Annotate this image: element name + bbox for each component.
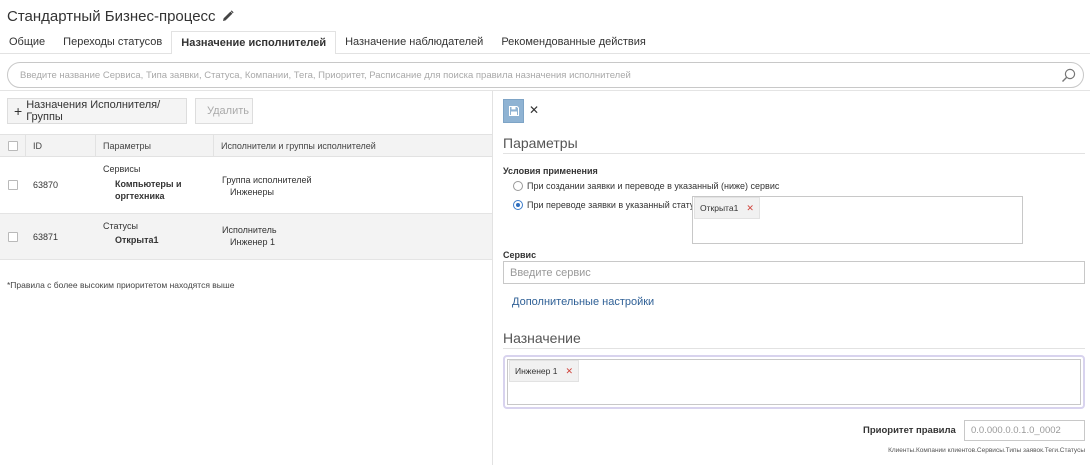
row-param-value: Открыта1 [115, 235, 159, 245]
row-executor-value: Инженеры [230, 187, 274, 197]
status-tag-label: Открыта1 [700, 203, 739, 213]
conditions-label: Условия применения [503, 166, 598, 176]
radio-on-status[interactable] [513, 200, 523, 210]
pencil-icon[interactable] [222, 10, 234, 22]
advanced-settings-link[interactable]: Дополнительные настройки [512, 296, 654, 308]
delete-label: Удалить [207, 105, 249, 117]
row-executor-type: Исполнитель [222, 225, 277, 235]
table-row[interactable]: 63871 Статусы Открыта1 Исполнитель Инжен… [0, 214, 492, 260]
remove-tag-icon[interactable]: ✕ [746, 203, 754, 213]
column-header-params: Параметры [103, 141, 151, 151]
radio-on-status-label: При переводе заявки в указанный статус [527, 200, 699, 210]
row-checkbox[interactable] [8, 232, 18, 242]
radio-on-create[interactable] [513, 181, 523, 191]
assignee-tag-input[interactable]: Инженер 1 ✕ [503, 355, 1085, 409]
plus-icon: + [14, 103, 23, 119]
tab-assignees[interactable]: Назначение исполнителей [171, 31, 337, 54]
save-button[interactable] [503, 99, 524, 123]
service-input[interactable] [503, 261, 1085, 284]
row-executor-value: Инженер 1 [230, 237, 275, 247]
row-param-value: оргтехника [115, 191, 165, 201]
add-assignment-button[interactable]: + Назначения Исполнителя/Группы [7, 98, 187, 124]
select-all-checkbox[interactable] [8, 141, 18, 151]
close-icon[interactable]: ✕ [529, 104, 539, 116]
search-input[interactable] [20, 68, 1050, 83]
delete-button[interactable]: Удалить [195, 98, 253, 124]
priority-input[interactable] [964, 420, 1085, 441]
assignee-tag-label: Инженер 1 [515, 366, 558, 376]
tab-general[interactable]: Общие [0, 32, 54, 54]
row-param-title: Статусы [103, 221, 138, 231]
rule-editor: ✕ Параметры Условия применения При созда… [493, 91, 1090, 465]
assignee-tag: Инженер 1 ✕ [509, 360, 580, 382]
rules-panel: + Назначения Исполнителя/Группы Удалить … [0, 91, 492, 465]
section-divider [503, 348, 1085, 349]
page-title: Стандартный Бизнес-процесс [7, 7, 216, 25]
tab-status-transitions[interactable]: Переходы статусов [54, 32, 171, 54]
column-header-executors: Исполнители и группы исполнителей [221, 141, 376, 151]
column-header-id: ID [33, 141, 42, 151]
row-param-value: Компьютеры и [115, 179, 182, 189]
priority-footnote: *Правила с более высоким приоритетом нах… [7, 280, 235, 290]
section-divider [503, 153, 1085, 154]
row-param-title: Сервисы [103, 164, 141, 174]
priority-label: Приоритет правила [863, 425, 956, 436]
table-row[interactable]: 63870 Сервисы Компьютеры и оргтехника Гр… [0, 157, 492, 214]
floppy-icon [509, 106, 519, 116]
search-box [7, 62, 1084, 88]
row-id: 63870 [33, 180, 59, 190]
tab-bar: Общие Переходы статусов Назначение испол… [0, 31, 1090, 54]
row-id: 63871 [33, 232, 59, 242]
assign-section-title: Назначение [503, 330, 581, 346]
tab-observers[interactable]: Назначение наблюдателей [336, 32, 492, 54]
tab-recommended-actions[interactable]: Рекомендованные действия [492, 32, 655, 54]
status-tag-input[interactable]: Открыта1 ✕ [692, 196, 1023, 244]
status-tag: Открыта1 ✕ [694, 197, 760, 219]
priority-hint: Клиенты.Компании клиентов.Сервисы.Типы з… [888, 447, 1085, 454]
rules-table: ID Параметры Исполнители и группы исполн… [0, 134, 492, 260]
radio-on-create-label: При создании заявки и переводе в указанн… [527, 181, 780, 191]
row-executor-type: Группа исполнителей [222, 175, 312, 185]
params-section-title: Параметры [503, 135, 578, 151]
remove-tag-icon[interactable]: ✕ [565, 366, 573, 376]
table-header: ID Параметры Исполнители и группы исполн… [0, 134, 492, 157]
search-icon[interactable] [1061, 68, 1076, 83]
add-assignment-label: Назначения Исполнителя/Группы [26, 99, 161, 123]
title-row: Стандартный Бизнес-процесс [7, 6, 234, 26]
row-checkbox[interactable] [8, 180, 18, 190]
service-label: Сервис [503, 250, 537, 260]
